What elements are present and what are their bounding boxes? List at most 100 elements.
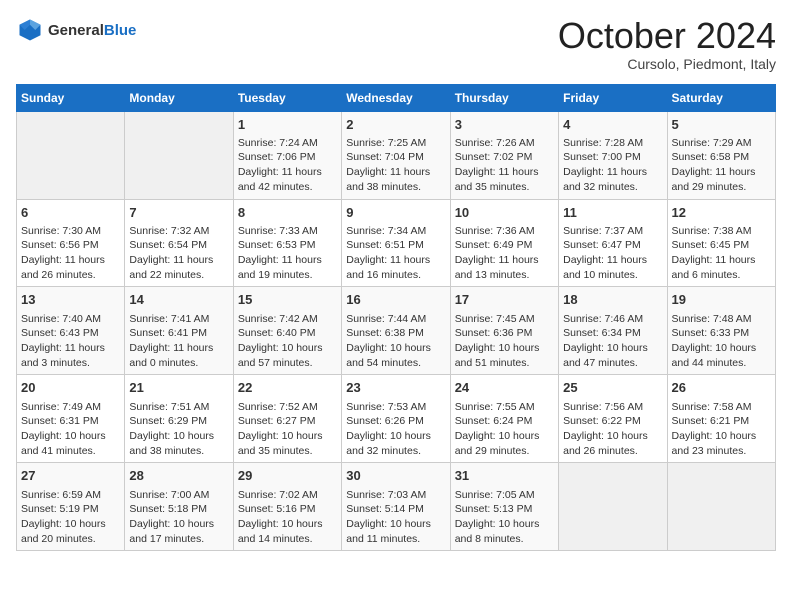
day-number: 28 xyxy=(129,467,228,485)
calendar-cell: 2Sunrise: 7:25 AM Sunset: 7:04 PM Daylig… xyxy=(342,111,450,199)
day-number: 4 xyxy=(563,116,662,134)
header-sunday: Sunday xyxy=(17,84,125,111)
day-info: Sunrise: 7:03 AM Sunset: 5:14 PM Dayligh… xyxy=(346,488,445,547)
day-info: Sunrise: 7:48 AM Sunset: 6:33 PM Dayligh… xyxy=(672,312,771,371)
day-number: 3 xyxy=(455,116,554,134)
day-info: Sunrise: 7:24 AM Sunset: 7:06 PM Dayligh… xyxy=(238,136,337,195)
day-number: 20 xyxy=(21,379,120,397)
day-number: 19 xyxy=(672,291,771,309)
calendar-cell: 25 Sunrise: 7:56 AM Sunset: 6:22 PM Dayli… xyxy=(559,375,667,463)
day-number: 15 xyxy=(238,291,337,309)
day-number: 24 xyxy=(455,379,554,397)
calendar-cell xyxy=(667,463,775,551)
calendar-week-row: 20Sunrise: 7:49 AM Sunset: 6:31 PM Dayli… xyxy=(17,375,776,463)
day-number: 8 xyxy=(238,204,337,222)
day-number: 6 xyxy=(21,204,120,222)
day-info: Sunrise: 7:53 AM Sunset: 6:26 PM Dayligh… xyxy=(346,400,445,459)
day-number: 26 xyxy=(672,379,771,397)
calendar-cell: 8 Sunrise: 7:33 AM Sunset: 6:53 PM Daylig… xyxy=(233,199,341,287)
calendar-cell: 10Sunrise: 7:36 AM Sunset: 6:49 PM Dayli… xyxy=(450,199,558,287)
calendar-cell: 3 Sunrise: 7:26 AM Sunset: 7:02 PM Daylig… xyxy=(450,111,558,199)
day-info: Sunrise: 7:41 AM Sunset: 6:41 PM Dayligh… xyxy=(129,312,228,371)
calendar-cell: 24 Sunrise: 7:55 AM Sunset: 6:24 PM Dayli… xyxy=(450,375,558,463)
calendar-cell: 12 Sunrise: 7:38 AM Sunset: 6:45 PM Dayli… xyxy=(667,199,775,287)
day-info: Sunrise: 7:38 AM Sunset: 6:45 PM Dayligh… xyxy=(672,224,771,283)
day-info: Sunrise: 7:25 AM Sunset: 7:04 PM Dayligh… xyxy=(346,136,445,195)
calendar-cell: 16 Sunrise: 7:44 AM Sunset: 6:38 PM Dayli… xyxy=(342,287,450,375)
calendar-cell: 15 Sunrise: 7:42 AM Sunset: 6:40 PM Dayli… xyxy=(233,287,341,375)
calendar-cell: 19 Sunrise: 7:48 AM Sunset: 6:33 PM Dayli… xyxy=(667,287,775,375)
calendar-cell: 27Sunrise: 6:59 AM Sunset: 5:19 PM Dayli… xyxy=(17,463,125,551)
calendar-cell: 22Sunrise: 7:52 AM Sunset: 6:27 PM Dayli… xyxy=(233,375,341,463)
calendar-cell: 5Sunrise: 7:29 AM Sunset: 6:58 PM Daylig… xyxy=(667,111,775,199)
day-number: 11 xyxy=(563,204,662,222)
day-number: 31 xyxy=(455,467,554,485)
day-info: Sunrise: 7:02 AM Sunset: 5:16 PM Dayligh… xyxy=(238,488,337,547)
day-info: Sunrise: 7:56 AM Sunset: 6:22 PM Dayligh… xyxy=(563,400,662,459)
calendar-cell: 1 Sunrise: 7:24 AM Sunset: 7:06 PM Daylig… xyxy=(233,111,341,199)
calendar-cell: 30 Sunrise: 7:03 AM Sunset: 5:14 PM Dayli… xyxy=(342,463,450,551)
logo-blue: Blue xyxy=(104,22,137,39)
day-number: 23 xyxy=(346,379,445,397)
calendar-cell: 9 Sunrise: 7:34 AM Sunset: 6:51 PM Daylig… xyxy=(342,199,450,287)
day-info: Sunrise: 7:28 AM Sunset: 7:00 PM Dayligh… xyxy=(563,136,662,195)
header-wednesday: Wednesday xyxy=(342,84,450,111)
header-tuesday: Tuesday xyxy=(233,84,341,111)
day-info: Sunrise: 7:32 AM Sunset: 6:54 PM Dayligh… xyxy=(129,224,228,283)
day-info: Sunrise: 7:00 AM Sunset: 5:18 PM Dayligh… xyxy=(129,488,228,547)
calendar-cell: 17 Sunrise: 7:45 AM Sunset: 6:36 PM Dayli… xyxy=(450,287,558,375)
day-info: Sunrise: 7:58 AM Sunset: 6:21 PM Dayligh… xyxy=(672,400,771,459)
day-info: Sunrise: 7:30 AM Sunset: 6:56 PM Dayligh… xyxy=(21,224,120,283)
calendar-week-row: 13Sunrise: 7:40 AM Sunset: 6:43 PM Dayli… xyxy=(17,287,776,375)
calendar-cell: 26 Sunrise: 7:58 AM Sunset: 6:21 PM Dayli… xyxy=(667,375,775,463)
title-block: October 2024 Cursolo, Piedmont, Italy xyxy=(558,16,776,72)
day-info: Sunrise: 7:55 AM Sunset: 6:24 PM Dayligh… xyxy=(455,400,554,459)
day-number: 29 xyxy=(238,467,337,485)
day-info: Sunrise: 7:46 AM Sunset: 6:34 PM Dayligh… xyxy=(563,312,662,371)
calendar-cell xyxy=(125,111,233,199)
day-info: Sunrise: 7:37 AM Sunset: 6:47 PM Dayligh… xyxy=(563,224,662,283)
day-number: 16 xyxy=(346,291,445,309)
day-number: 30 xyxy=(346,467,445,485)
calendar-cell: 4 Sunrise: 7:28 AM Sunset: 7:00 PM Daylig… xyxy=(559,111,667,199)
day-info: Sunrise: 7:34 AM Sunset: 6:51 PM Dayligh… xyxy=(346,224,445,283)
calendar-week-row: 6 Sunrise: 7:30 AM Sunset: 6:56 PM Daylig… xyxy=(17,199,776,287)
day-info: Sunrise: 7:05 AM Sunset: 5:13 PM Dayligh… xyxy=(455,488,554,547)
calendar-cell: 6 Sunrise: 7:30 AM Sunset: 6:56 PM Daylig… xyxy=(17,199,125,287)
calendar-cell: 14 Sunrise: 7:41 AM Sunset: 6:41 PM Dayli… xyxy=(125,287,233,375)
day-number: 18 xyxy=(563,291,662,309)
logo-general: General xyxy=(48,22,104,39)
day-number: 7 xyxy=(129,204,228,222)
location: Cursolo, Piedmont, Italy xyxy=(558,56,776,72)
header-monday: Monday xyxy=(125,84,233,111)
header-friday: Friday xyxy=(559,84,667,111)
calendar-cell xyxy=(559,463,667,551)
day-number: 25 xyxy=(563,379,662,397)
day-number: 9 xyxy=(346,204,445,222)
calendar-cell: 29 Sunrise: 7:02 AM Sunset: 5:16 PM Dayli… xyxy=(233,463,341,551)
day-info: Sunrise: 7:44 AM Sunset: 6:38 PM Dayligh… xyxy=(346,312,445,371)
day-info: Sunrise: 7:51 AM Sunset: 6:29 PM Dayligh… xyxy=(129,400,228,459)
header-thursday: Thursday xyxy=(450,84,558,111)
calendar-cell: 21 Sunrise: 7:51 AM Sunset: 6:29 PM Dayli… xyxy=(125,375,233,463)
day-number: 12 xyxy=(672,204,771,222)
day-info: Sunrise: 7:36 AM Sunset: 6:49 PM Dayligh… xyxy=(455,224,554,283)
day-number: 13 xyxy=(21,291,120,309)
logo: GeneralBlue xyxy=(16,16,136,44)
calendar-table: SundayMondayTuesdayWednesdayThursdayFrid… xyxy=(16,84,776,552)
calendar-cell: 31 Sunrise: 7:05 AM Sunset: 5:13 PM Dayli… xyxy=(450,463,558,551)
day-info: Sunrise: 7:26 AM Sunset: 7:02 PM Dayligh… xyxy=(455,136,554,195)
day-info: Sunrise: 7:45 AM Sunset: 6:36 PM Dayligh… xyxy=(455,312,554,371)
calendar-week-row: 27Sunrise: 6:59 AM Sunset: 5:19 PM Dayli… xyxy=(17,463,776,551)
day-number: 1 xyxy=(238,116,337,134)
calendar-cell: 13Sunrise: 7:40 AM Sunset: 6:43 PM Dayli… xyxy=(17,287,125,375)
day-number: 17 xyxy=(455,291,554,309)
day-number: 14 xyxy=(129,291,228,309)
day-info: Sunrise: 7:33 AM Sunset: 6:53 PM Dayligh… xyxy=(238,224,337,283)
calendar-cell xyxy=(17,111,125,199)
calendar-cell: 11 Sunrise: 7:37 AM Sunset: 6:47 PM Dayli… xyxy=(559,199,667,287)
day-info: Sunrise: 7:42 AM Sunset: 6:40 PM Dayligh… xyxy=(238,312,337,371)
day-number: 21 xyxy=(129,379,228,397)
page-header: GeneralBlue October 2024 Cursolo, Piedmo… xyxy=(16,16,776,72)
calendar-week-row: 1 Sunrise: 7:24 AM Sunset: 7:06 PM Daylig… xyxy=(17,111,776,199)
